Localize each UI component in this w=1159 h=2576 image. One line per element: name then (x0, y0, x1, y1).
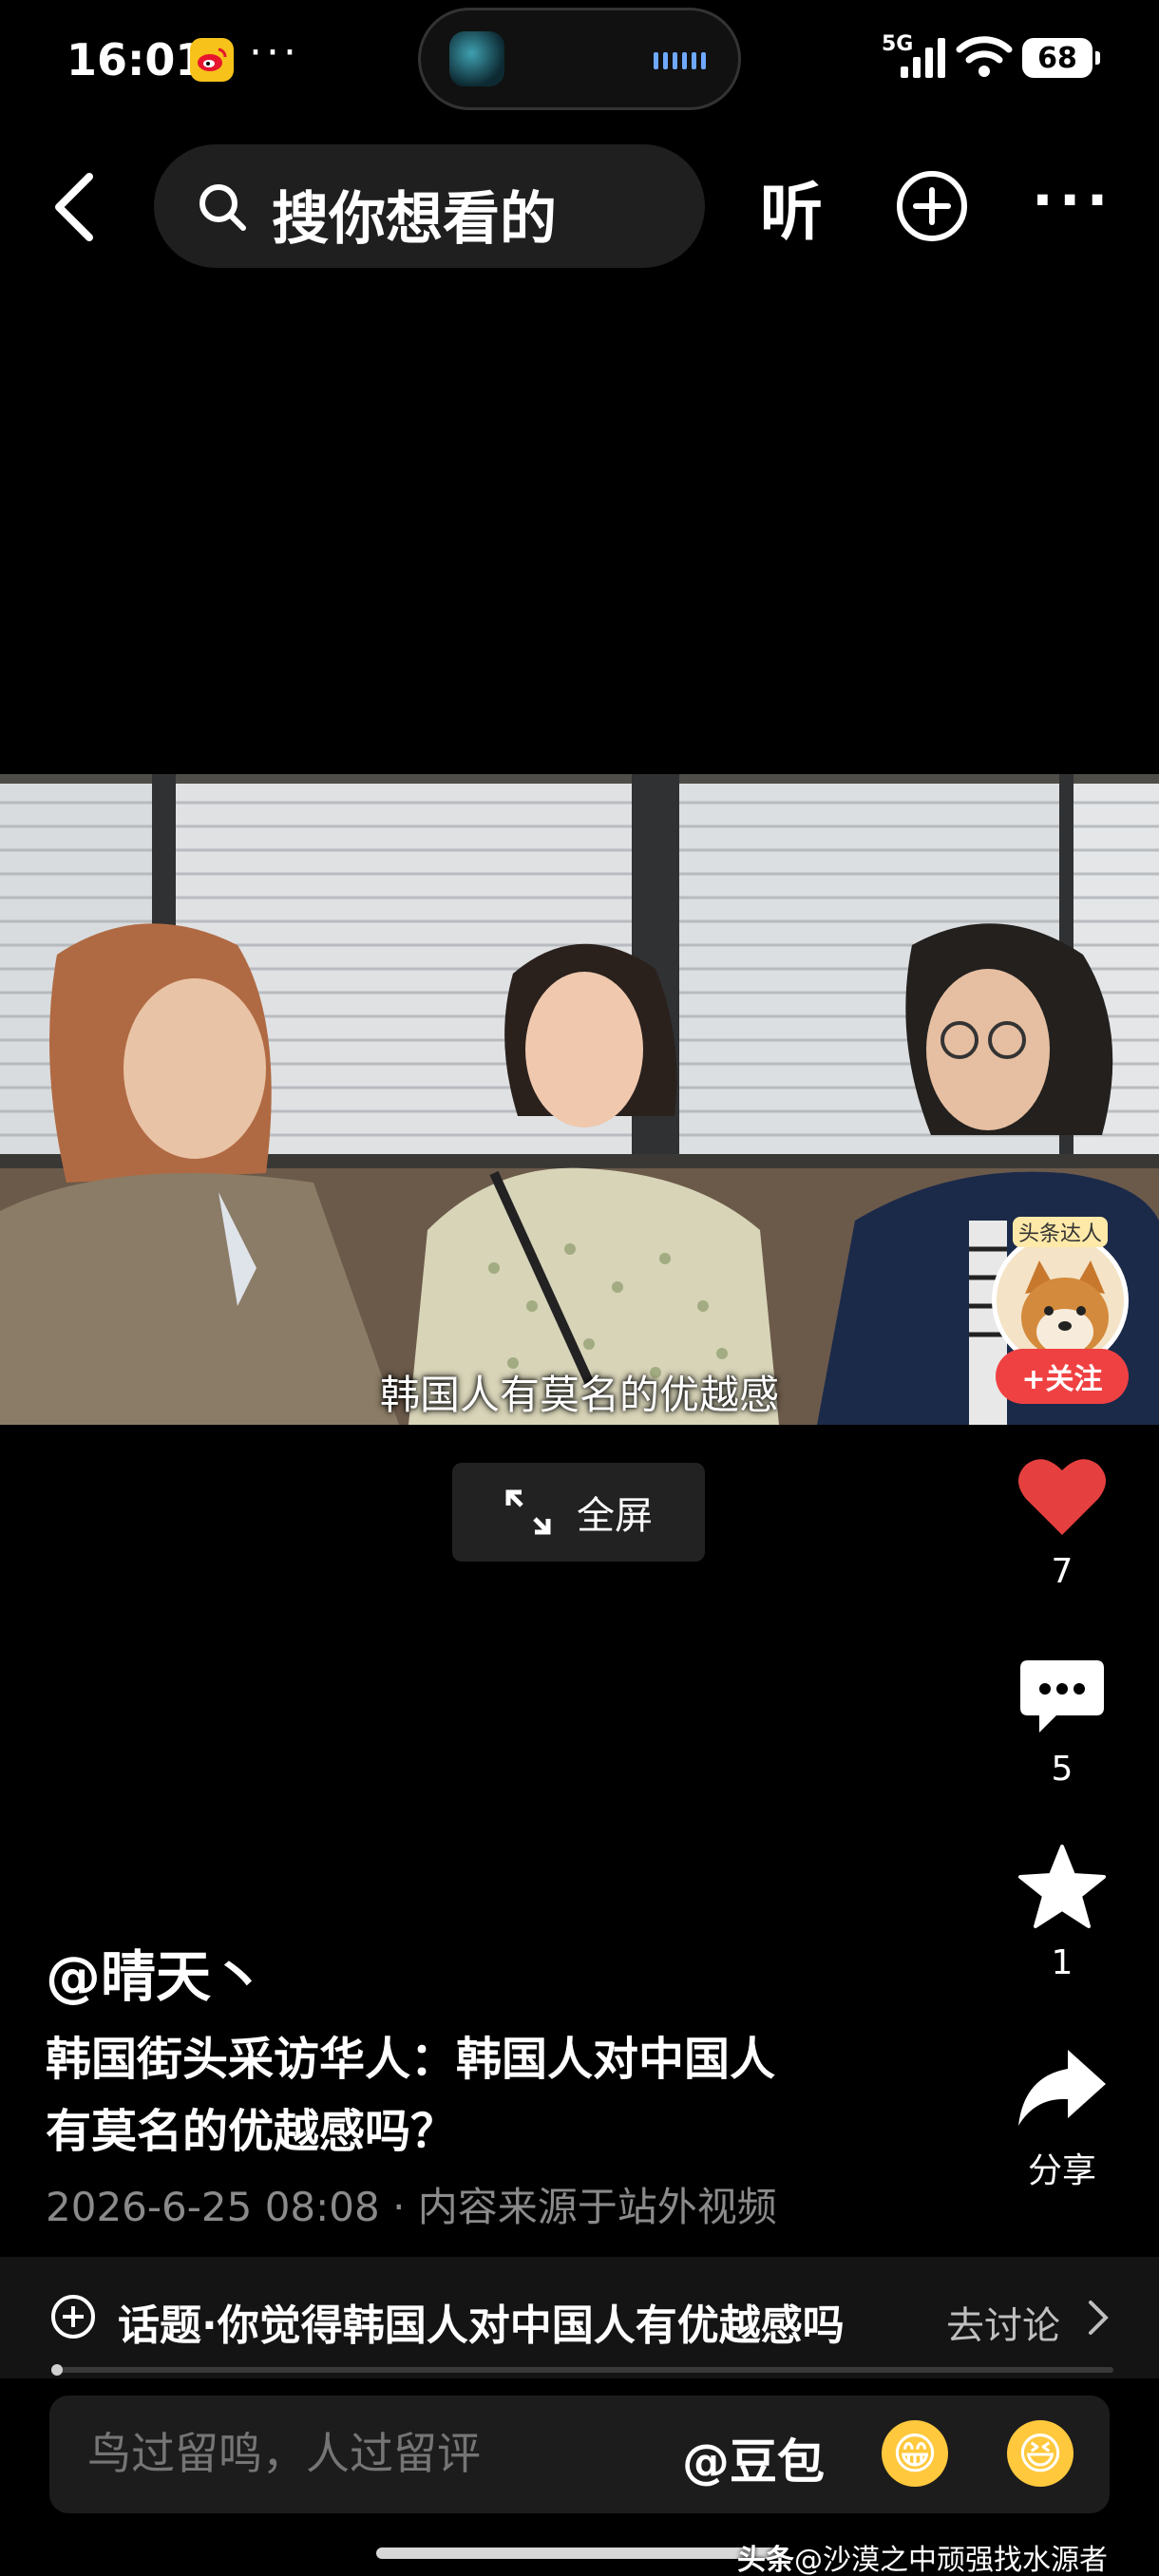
game-app-icon (449, 31, 504, 86)
video-subtitle: 韩国人有莫名的优越感 (379, 1372, 779, 1418)
like-count: 7 (1051, 1552, 1074, 1591)
weibo-notification-icon (190, 38, 234, 82)
comment-button[interactable]: 5 (998, 1657, 1127, 1789)
watermark-handle: @沙漠之中顽强找水源者 (794, 2544, 1108, 2576)
chevron-right-icon (1089, 2301, 1109, 2335)
topic-bar[interactable]: 话题·你觉得韩国人对中国人有优越感吗 去讨论 (0, 2257, 1159, 2378)
favorite-count: 1 (1051, 1943, 1074, 1982)
grin-emoji-button[interactable]: 😁 (882, 2420, 948, 2487)
favorite-button[interactable]: 1 (998, 1843, 1127, 1982)
post-title-line-1: 韩国街头采访华人：韩国人对中国人 (46, 2033, 776, 2086)
share-arrow-icon (1018, 2050, 1106, 2126)
post-title: 韩国街头采访华人：韩国人对中国人 有莫名的优越感吗？ (46, 2023, 901, 2168)
add-plus-icon[interactable] (895, 169, 969, 243)
post-meta: 2026-6-25 08:08 · 内容来源于站外视频 (46, 2184, 777, 2230)
post-title-line-2: 有莫名的优越感吗？ (46, 2105, 457, 2158)
topic-text: 话题·你觉得韩国人对中国人有优越感吗 (118, 2301, 845, 2350)
laugh-emoji-button[interactable]: 😆 (1007, 2420, 1074, 2487)
fullscreen-label: 全屏 (577, 1494, 653, 1538)
topic-plus-icon (51, 2295, 95, 2339)
share-button[interactable]: 分享 (998, 2044, 1127, 2192)
watermark-brand: 头条 (737, 2544, 794, 2576)
signal-strength-icon (901, 34, 945, 78)
heart-icon (1018, 1459, 1106, 1535)
discuss-link[interactable]: 去讨论 (946, 2295, 1060, 2350)
status-time: 16:01 (66, 34, 206, 85)
listen-button[interactable]: 听 (760, 161, 823, 253)
back-button[interactable] (48, 169, 104, 245)
wifi-icon (956, 36, 1013, 77)
video-frame (0, 774, 1159, 1425)
video-player[interactable]: 韩国人有莫名的优越感 头条达人 +关注 (0, 774, 1159, 1425)
expand-icon (505, 1489, 551, 1535)
like-button[interactable]: 7 (998, 1453, 1127, 1591)
comment-input[interactable] (87, 2428, 657, 2479)
status-overflow-dots: ··· (249, 28, 300, 77)
creator-badge-label: 头条达人 (1013, 1217, 1109, 1247)
search-input[interactable]: 搜你想看的 (154, 144, 705, 268)
status-bar: 16:01 ··· 5G 68 (0, 0, 1159, 123)
comment-bar: @豆包 😁 😆 (49, 2396, 1110, 2513)
star-icon (1018, 1845, 1106, 1928)
watermark: 头条@沙漠之中顽强找水源者 (737, 2536, 1108, 2576)
author-name[interactable]: @晴天丶 (46, 1932, 266, 2012)
progress-handle[interactable] (51, 2364, 63, 2376)
share-label: 分享 (1027, 2151, 1096, 2190)
search-icon (200, 184, 246, 231)
home-indicator[interactable] (376, 2548, 783, 2559)
battery-indicator: 68 (1022, 38, 1100, 78)
mention-doubao-button[interactable]: @豆包 (682, 2424, 825, 2492)
comment-count: 5 (1051, 1750, 1074, 1789)
comment-bubble-icon (1020, 1660, 1104, 1733)
search-placeholder: 搜你想看的 (272, 186, 557, 253)
fullscreen-button[interactable]: 全屏 (452, 1463, 705, 1562)
follow-button[interactable]: +关注 (996, 1349, 1129, 1404)
audio-wave-icon (654, 52, 706, 69)
dynamic-island[interactable] (418, 8, 741, 110)
more-options-button[interactable]: ··· (1032, 167, 1113, 234)
video-progress-bar[interactable] (51, 2364, 1113, 2376)
